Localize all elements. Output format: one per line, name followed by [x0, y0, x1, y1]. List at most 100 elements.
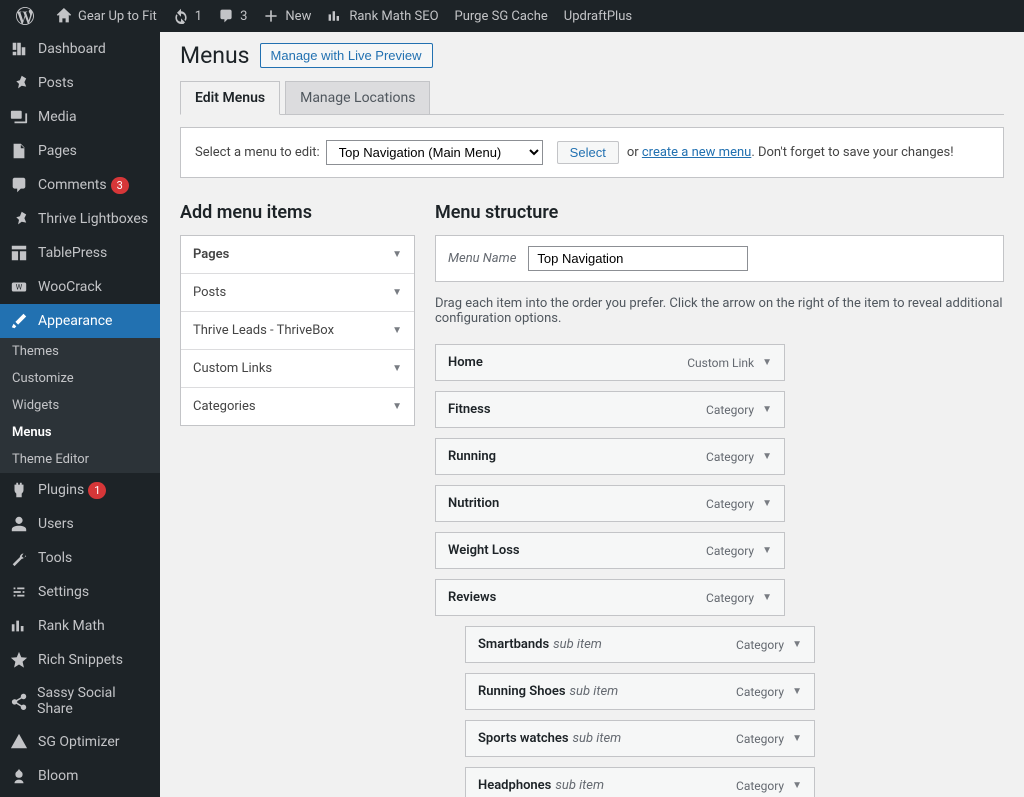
sidebar-item-label: Dashboard [38, 41, 106, 57]
sidebar-item-label: Media [38, 109, 77, 125]
accordion-label: Pages [193, 247, 229, 262]
accordion-panel-thrive-leads-thrivebox[interactable]: Thrive Leads - ThriveBox▼ [181, 312, 414, 350]
sidebar-item-rich-snippets[interactable]: Rich Snippets [0, 643, 160, 677]
accordion-panel-posts[interactable]: Posts ▼ [181, 274, 414, 312]
sidebar-item-label: SG Optimizer [38, 734, 119, 750]
sidebar-item-plugins[interactable]: Plugins1 [0, 473, 160, 507]
caret-icon[interactable]: ▼ [762, 498, 772, 509]
sidebar-item-woocrack[interactable]: WWooCrack [0, 270, 160, 304]
sidebar-item-appearance[interactable]: Appearance [0, 304, 160, 338]
submenu-item-customize[interactable]: Customize [0, 365, 160, 392]
svg-text:W: W [16, 283, 23, 292]
wp-logo[interactable] [8, 0, 48, 32]
page-icon [10, 142, 30, 160]
caret-icon[interactable]: ▼ [792, 639, 802, 650]
accordion-label: Posts [193, 285, 226, 300]
sidebar-item-label: Comments [38, 177, 107, 193]
sidebar-item-sg-optimizer[interactable]: SG Optimizer [0, 725, 160, 759]
caret-icon[interactable]: ▼ [792, 780, 802, 791]
rankmath-link[interactable]: Rank Math SEO [319, 0, 446, 32]
comments-link[interactable]: 3 [210, 0, 255, 32]
purge-cache-link[interactable]: Purge SG Cache [447, 0, 556, 32]
menu-item[interactable]: FitnessCategory▼ [435, 391, 785, 428]
menu-item-type: Category▼ [706, 544, 772, 558]
media-icon [10, 108, 30, 126]
tab-manage-locations[interactable]: Manage Locations [285, 81, 430, 115]
accordion-label: Custom Links [193, 361, 272, 376]
live-preview-button[interactable]: Manage with Live Preview [260, 43, 433, 68]
sidebar-item-posts[interactable]: Posts [0, 66, 160, 100]
sidebar-item-label: Rank Math [38, 618, 105, 634]
appearance-submenu: ThemesCustomizeWidgetsMenusTheme Editor [0, 338, 160, 473]
caret-icon[interactable]: ▼ [762, 357, 772, 368]
plus-icon [263, 8, 279, 24]
menu-item[interactable]: ReviewsCategory▼ [435, 579, 785, 616]
menu-item-title: Weight Loss [448, 543, 520, 558]
new-content-link[interactable]: New [255, 0, 319, 32]
menu-item[interactable]: Running Shoessub item Category▼ [465, 673, 815, 710]
caret-icon[interactable]: ▼ [792, 733, 802, 744]
menu-item-type: Category▼ [736, 685, 802, 699]
sidebar-item-bloom[interactable]: Bloom [0, 759, 160, 793]
sidebar-item-comments[interactable]: Comments3 [0, 168, 160, 202]
menu-item[interactable]: Sports watchessub itemCategory▼ [465, 720, 815, 757]
updraftplus-link[interactable]: UpdraftPlus [556, 0, 640, 32]
wrench-icon [10, 549, 30, 567]
accordion-panel-pages[interactable]: Pages▼ [181, 236, 414, 274]
menu-item-title: Running [448, 449, 496, 464]
caret-icon[interactable]: ▼ [762, 451, 772, 462]
menu-item-type: Custom Link▼ [687, 356, 772, 370]
sidebar-item-sassy-social-share[interactable]: Sassy Social Share [0, 677, 160, 725]
menu-item-title: Running Shoessub item [478, 684, 618, 699]
sidebar-item-smush-pro[interactable]: Smush Pro [0, 793, 160, 797]
new-label: New [285, 9, 311, 24]
menu-item[interactable]: Smartbandssub itemCategory▼ [465, 626, 815, 663]
menu-item-type: Category▼ [706, 403, 772, 417]
updates-link[interactable]: 1 [165, 0, 210, 32]
sidebar-item-label: Appearance [38, 313, 112, 329]
sidebar-item-pages[interactable]: Pages [0, 134, 160, 168]
caret-icon[interactable]: ▼ [762, 404, 772, 415]
caret-icon: ▼ [392, 325, 402, 336]
sidebar-item-tablepress[interactable]: TablePress [0, 236, 160, 270]
drag-instruction: Drag each item into the order you prefer… [435, 296, 1004, 326]
caret-icon[interactable]: ▼ [762, 592, 772, 603]
sidebar-item-tools[interactable]: Tools [0, 541, 160, 575]
sidebar-item-media[interactable]: Media [0, 100, 160, 134]
updates-count: 1 [195, 9, 202, 24]
menu-name-input[interactable] [528, 246, 748, 271]
submenu-item-themes[interactable]: Themes [0, 338, 160, 365]
submenu-item-menus[interactable]: Menus [0, 419, 160, 446]
sidebar-item-label: TablePress [38, 245, 107, 261]
caret-icon: ▼ [392, 363, 402, 374]
menu-item[interactable]: Headphonessub itemCategory▼ [465, 767, 815, 797]
caret-icon[interactable]: ▼ [762, 545, 772, 556]
submenu-item-theme-editor[interactable]: Theme Editor [0, 446, 160, 473]
menu-item-type: Category▼ [706, 497, 772, 511]
sidebar-item-label: Plugins [38, 482, 84, 498]
sidebar-item-label: Users [38, 516, 74, 532]
tab-edit-menus[interactable]: Edit Menus [180, 81, 280, 115]
menu-item[interactable]: RunningCategory▼ [435, 438, 785, 475]
menu-select[interactable]: Top Navigation (Main Menu) [326, 140, 543, 165]
create-menu-link[interactable]: create a new menu [642, 145, 751, 160]
select-button[interactable]: Select [557, 141, 619, 164]
menu-name-label: Menu Name [448, 251, 516, 266]
comment-icon [10, 176, 30, 194]
caret-icon[interactable]: ▼ [792, 686, 802, 697]
sidebar-item-users[interactable]: Users [0, 507, 160, 541]
accordion-panel-custom-links[interactable]: Custom Links ▼ [181, 350, 414, 388]
sidebar-item-settings[interactable]: Settings [0, 575, 160, 609]
sidebar-item-rank-math[interactable]: Rank Math [0, 609, 160, 643]
site-name-link[interactable]: Gear Up to Fit [48, 0, 165, 32]
caret-icon: ▼ [392, 401, 402, 412]
menu-item[interactable]: Weight Loss Category▼ [435, 532, 785, 569]
badge: 1 [88, 482, 106, 499]
menu-item[interactable]: NutritionCategory▼ [435, 485, 785, 522]
accordion-panel-categories[interactable]: Categories▼ [181, 388, 414, 425]
sidebar-item-thrive-lightboxes[interactable]: Thrive Lightboxes [0, 202, 160, 236]
submenu-item-widgets[interactable]: Widgets [0, 392, 160, 419]
menu-item[interactable]: HomeCustom Link▼ [435, 344, 785, 381]
caret-icon: ▼ [392, 287, 402, 298]
sidebar-item-dashboard[interactable]: Dashboard [0, 32, 160, 66]
